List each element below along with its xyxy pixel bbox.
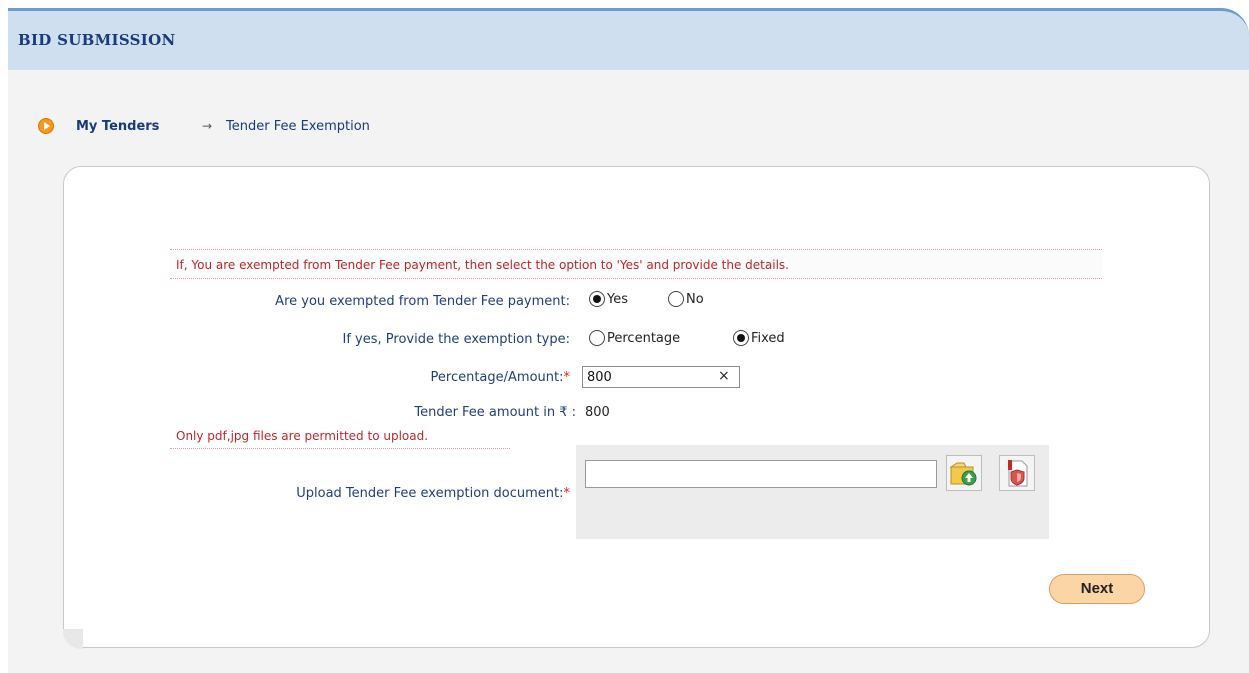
exempted-no-label: No bbox=[686, 291, 704, 307]
type-fixed-option[interactable]: Fixed bbox=[733, 330, 785, 346]
page-header: BID SUBMISSION bbox=[8, 8, 1249, 70]
breadcrumb-current: Tender Fee Exemption bbox=[226, 119, 370, 134]
fee-amount-label: Tender Fee amount in ₹ : bbox=[414, 405, 576, 420]
upload-label-text: Upload Tender Fee exemption document: bbox=[296, 486, 564, 501]
folder-upload-icon bbox=[949, 462, 977, 486]
type-percentage-label: Percentage bbox=[607, 330, 681, 346]
breadcrumb-my-tenders[interactable]: My Tenders bbox=[76, 119, 159, 134]
type-percentage-radio[interactable] bbox=[589, 330, 605, 346]
exemption-type-label: If yes, Provide the exemption type: bbox=[342, 332, 570, 347]
fee-amount-value: 800 bbox=[585, 405, 610, 420]
amount-label-text: Percentage/Amount: bbox=[430, 370, 564, 385]
pdf-document-icon bbox=[1008, 460, 1028, 487]
file-path-input[interactable] bbox=[585, 460, 937, 488]
type-percentage-option[interactable]: Percentage bbox=[589, 330, 680, 346]
arrow-circle-icon bbox=[38, 118, 54, 134]
exempted-yes-option[interactable]: Yes bbox=[589, 291, 628, 307]
page-frame: BID SUBMISSION My Tenders → Tender Fee E… bbox=[8, 8, 1249, 673]
type-fixed-label: Fixed bbox=[751, 330, 785, 346]
next-button[interactable]: Next bbox=[1049, 574, 1145, 604]
amount-label: Percentage/Amount:* bbox=[431, 370, 570, 385]
upload-label: Upload Tender Fee exemption document:* bbox=[296, 486, 570, 501]
exempted-no-option[interactable]: No bbox=[668, 291, 704, 307]
exempted-yes-label: Yes bbox=[607, 291, 628, 307]
type-fixed-radio[interactable] bbox=[733, 330, 749, 346]
form-panel: If, You are exempted from Tender Fee pay… bbox=[63, 166, 1210, 649]
required-marker: * bbox=[563, 370, 571, 385]
exemption-notice: If, You are exempted from Tender Fee pay… bbox=[170, 249, 1102, 279]
breadcrumb-separator: → bbox=[202, 119, 213, 133]
upload-box bbox=[576, 445, 1049, 539]
exempted-label: Are you exempted from Tender Fee payment… bbox=[275, 294, 570, 309]
clear-icon[interactable]: × bbox=[718, 368, 730, 384]
folder-upload-button[interactable] bbox=[946, 455, 982, 491]
pdf-document-button[interactable] bbox=[999, 455, 1035, 491]
required-marker: * bbox=[563, 486, 571, 501]
upload-notice: Only pdf,jpg files are permitted to uplo… bbox=[170, 429, 510, 449]
exempted-no-radio[interactable] bbox=[668, 291, 684, 307]
amount-input[interactable] bbox=[582, 366, 740, 388]
exempted-yes-radio[interactable] bbox=[589, 291, 605, 307]
page-title: BID SUBMISSION bbox=[18, 31, 176, 49]
panel-corner-decoration bbox=[63, 629, 83, 649]
